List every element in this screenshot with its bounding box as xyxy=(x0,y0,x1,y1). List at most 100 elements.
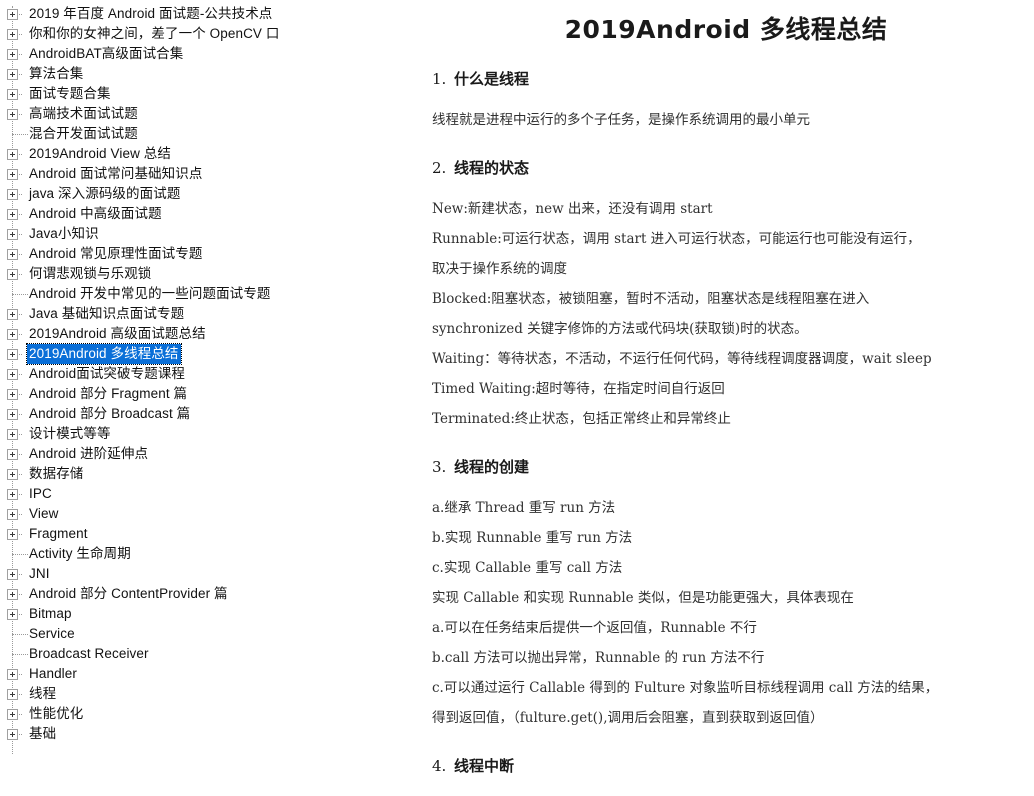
expand-plus-icon[interactable] xyxy=(7,148,18,160)
document-body: 2019Android 多线程总结 1. 什么是线程线程就是进程中运行的多个子任务… xyxy=(432,0,1020,796)
section-heading: 4. 线程中断 xyxy=(432,755,1020,776)
section-body: 线程就是进程中运行的多个子任务，是操作系统调用的最小单元 xyxy=(432,105,1020,135)
tree-item[interactable]: Java 基础知识点面试专题 xyxy=(0,304,400,324)
expand-plus-icon[interactable] xyxy=(7,488,18,500)
expand-plus-icon[interactable] xyxy=(7,88,18,100)
expand-plus-icon[interactable] xyxy=(7,108,18,120)
page-title: 2019Android 多线程总结 xyxy=(564,15,888,44)
section-heading-text: 什么是线程 xyxy=(454,70,530,88)
tree-item[interactable]: 2019Android View 总结 xyxy=(0,144,400,164)
paragraph-line: Runnable:可运行状态，调用 start 进入可运行状态，可能运行也可能没… xyxy=(432,231,921,247)
section-number: 1. xyxy=(432,70,447,88)
tree-item[interactable]: Android 常见原理性面试专题 xyxy=(0,244,400,264)
tree-item[interactable]: 高端技术面试试题 xyxy=(0,104,400,124)
section-number: 3. xyxy=(432,458,447,476)
expand-plus-icon[interactable] xyxy=(7,8,18,20)
expand-plus-icon[interactable] xyxy=(7,188,18,200)
tree-leaf-connector-icon xyxy=(7,649,18,660)
tree-item[interactable]: 2019Android 多线程总结 xyxy=(0,343,400,365)
expand-plus-icon[interactable] xyxy=(7,708,18,720)
tree-item[interactable]: Android 部分 Broadcast 篇 xyxy=(0,404,400,424)
expand-plus-icon[interactable] xyxy=(7,588,18,600)
tree-item[interactable]: IPC xyxy=(0,484,400,504)
tree-item-label: 性能优化 xyxy=(29,706,84,721)
paragraph-line: a.继承 Thread 重写 run 方法 xyxy=(432,500,616,516)
expand-plus-icon[interactable] xyxy=(7,568,18,580)
expand-plus-icon[interactable] xyxy=(7,508,18,520)
tree-item[interactable]: Android 部分 Fragment 篇 xyxy=(0,384,400,404)
tree-item[interactable]: Android 开发中常见的一些问题面试专题 xyxy=(0,284,400,304)
tree-item[interactable]: 基础 xyxy=(0,724,400,744)
expand-plus-icon[interactable] xyxy=(7,448,18,460)
expand-plus-icon[interactable] xyxy=(7,668,18,680)
contents-tree[interactable]: 2019 年百度 Android 面试题-公共技术点 你和你的女神之间，差了一个 … xyxy=(0,4,400,754)
tree-item[interactable]: Broadcast Receiver xyxy=(0,644,400,664)
paragraph-line: Waiting：等待状态，不活动，不运行任何代码，等待线程调度器调度，wait … xyxy=(432,351,932,367)
tree-item[interactable]: Bitmap xyxy=(0,604,400,624)
tree-item[interactable]: 数据存储 xyxy=(0,464,400,484)
expand-plus-icon[interactable] xyxy=(7,308,18,320)
expand-plus-icon[interactable] xyxy=(7,208,18,220)
expand-plus-icon[interactable] xyxy=(7,728,18,740)
expand-plus-icon[interactable] xyxy=(7,388,18,400)
tree-item[interactable]: 你和你的女神之间，差了一个 OpenCV 口 xyxy=(0,24,400,44)
section-heading: 2. 线程的状态 xyxy=(432,157,1020,178)
tree-leaf-connector-icon xyxy=(7,289,18,300)
paragraph-line: Timed Waiting:超时等待，在指定时间自行返回 xyxy=(432,381,725,397)
tree-item[interactable]: AndroidBAT高级面试合集 xyxy=(0,44,400,64)
expand-plus-icon[interactable] xyxy=(7,528,18,540)
expand-plus-icon[interactable] xyxy=(7,368,18,380)
expand-plus-icon[interactable] xyxy=(7,688,18,700)
tree-item-label: Android 部分 Broadcast 篇 xyxy=(29,406,191,421)
tree-item-label: 高端技术面试试题 xyxy=(29,106,138,121)
tree-item-label: Service xyxy=(29,626,75,641)
tree-item[interactable]: Android面试突破专题课程 xyxy=(0,364,400,384)
expand-plus-icon[interactable] xyxy=(7,28,18,40)
tree-item[interactable]: Android 面试常问基础知识点 xyxy=(0,164,400,184)
tree-item-label: JNI xyxy=(29,566,50,581)
tree-item[interactable]: View xyxy=(0,504,400,524)
expand-plus-icon[interactable] xyxy=(7,408,18,420)
section-number: 2. xyxy=(432,159,447,177)
tree-item[interactable]: 设计模式等等 xyxy=(0,424,400,444)
tree-item-label: Android 开发中常见的一些问题面试专题 xyxy=(29,286,271,301)
tree-item[interactable]: 算法合集 xyxy=(0,64,400,84)
expand-plus-icon[interactable] xyxy=(7,268,18,280)
tree-item[interactable]: Activity 生命周期 xyxy=(0,544,400,564)
document-pane[interactable]: 2019Android 多线程总结 1. 什么是线程线程就是进程中运行的多个子任务… xyxy=(400,0,1034,796)
tree-item[interactable]: Handler xyxy=(0,664,400,684)
tree-item-label: Broadcast Receiver xyxy=(29,646,149,661)
expand-plus-icon[interactable] xyxy=(7,48,18,60)
tree-item[interactable]: java 深入源码级的面试题 xyxy=(0,184,400,204)
expand-plus-icon[interactable] xyxy=(7,428,18,440)
expand-plus-icon[interactable] xyxy=(7,68,18,80)
tree-item[interactable]: JNI xyxy=(0,564,400,584)
paragraph-line: c.可以通过运行 Callable 得到的 Fulture 对象监听目标线程调用… xyxy=(432,680,939,696)
expand-plus-icon[interactable] xyxy=(7,468,18,480)
tree-item-label: 线程 xyxy=(29,686,57,701)
tree-item-label: IPC xyxy=(29,486,52,501)
section-number: 4. xyxy=(432,757,447,775)
expand-plus-icon[interactable] xyxy=(7,328,18,340)
tree-item[interactable]: 何谓悲观锁与乐观锁 xyxy=(0,264,400,284)
tree-item[interactable]: 2019 年百度 Android 面试题-公共技术点 xyxy=(0,4,400,24)
tree-item[interactable]: 线程 xyxy=(0,684,400,704)
expand-plus-icon[interactable] xyxy=(7,248,18,260)
tree-item[interactable]: 2019Android 高级面试题总结 xyxy=(0,324,400,344)
tree-item[interactable]: Android 进阶延伸点 xyxy=(0,444,400,464)
tree-item[interactable]: Fragment xyxy=(0,524,400,544)
tree-item[interactable]: Android 中高级面试题 xyxy=(0,204,400,224)
tree-item[interactable]: 混合开发面试试题 xyxy=(0,124,400,144)
tree-item[interactable]: Service xyxy=(0,624,400,644)
tree-item[interactable]: Java小知识 xyxy=(0,224,400,244)
section-heading-text: 线程的创建 xyxy=(454,458,530,476)
paragraph-line: b.实现 Runnable 重写 run 方法 xyxy=(432,530,633,546)
expand-plus-icon[interactable] xyxy=(7,228,18,240)
tree-item[interactable]: 面试专题合集 xyxy=(0,84,400,104)
tree-item[interactable]: Android 部分 ContentProvider 篇 xyxy=(0,584,400,604)
expand-plus-icon[interactable] xyxy=(7,348,18,360)
tree-item[interactable]: 性能优化 xyxy=(0,704,400,724)
tree-leaf-connector-icon xyxy=(7,129,18,140)
expand-plus-icon[interactable] xyxy=(7,608,18,620)
expand-plus-icon[interactable] xyxy=(7,168,18,180)
